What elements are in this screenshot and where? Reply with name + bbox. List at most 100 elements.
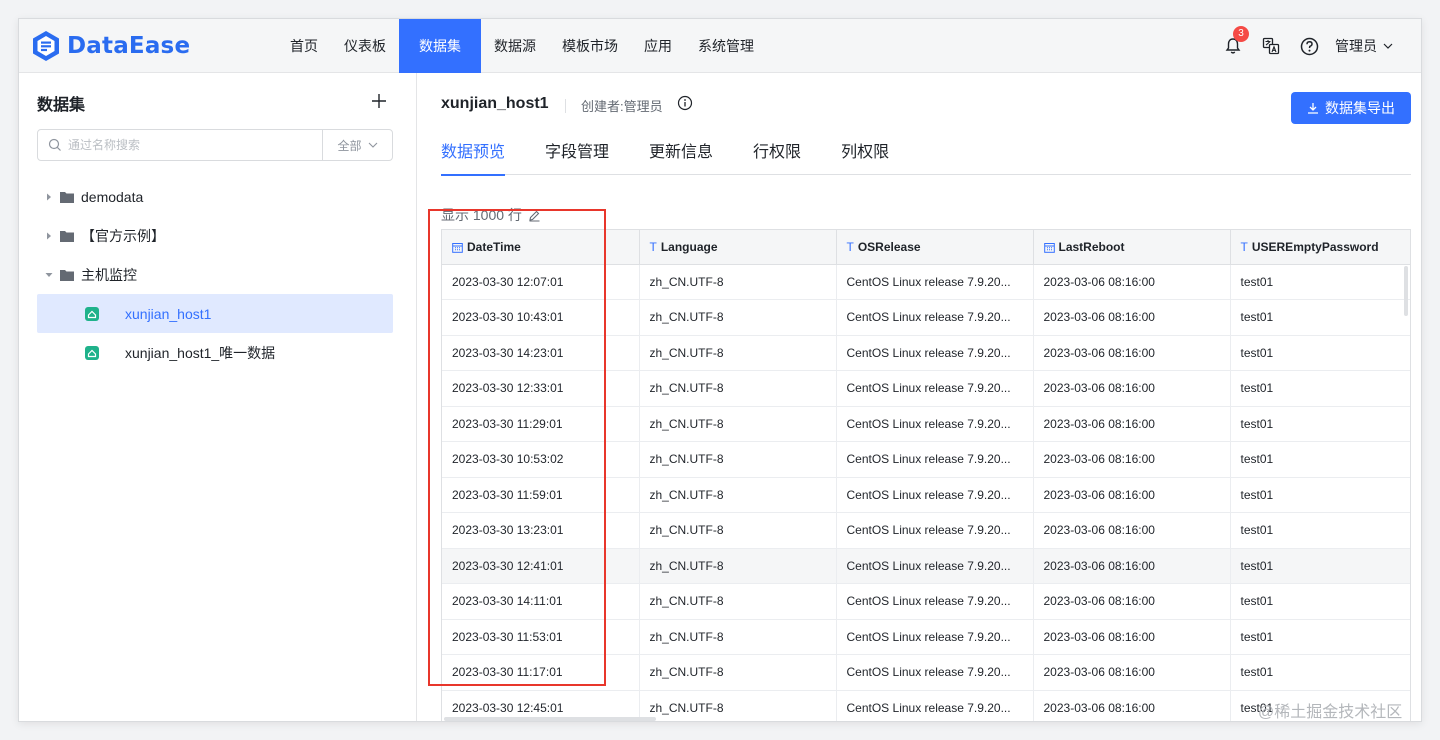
column-name: USEREmptyPassword <box>1251 239 1379 254</box>
export-button-label: 数据集导出 <box>1325 100 1395 116</box>
table-row[interactable]: 2023-03-30 14:23:01 zh_CN.UTF-8 CentOS Lin… <box>442 335 1410 371</box>
table-cell: CentOS Linux release 7.9.20... <box>836 370 1034 407</box>
table-row[interactable]: 2023-03-30 10:43:01 zh_CN.UTF-8 CentOS Lin… <box>442 299 1410 336</box>
table-cell: 2023-03-06 08:16:00 <box>1033 583 1231 620</box>
nav-item-home[interactable]: 首页 <box>277 19 331 73</box>
caret-right-icon[interactable] <box>43 230 55 242</box>
column-header[interactable]: T Language <box>639 230 837 265</box>
nav-item-dataset[interactable]: 数据集 <box>399 19 481 73</box>
tab-update-info[interactable]: 更新信息 <box>649 137 713 175</box>
table-cell: 2023-03-30 11:53:01 <box>442 619 640 655</box>
table-row[interactable]: 2023-03-30 11:29:01 zh_CN.UTF-8 CentOS Lin… <box>442 406 1410 442</box>
tab-data-preview[interactable]: 数据预览 <box>441 137 506 176</box>
info-button[interactable] <box>677 95 693 111</box>
table-cell: 2023-03-06 08:16:00 <box>1033 654 1231 691</box>
table-cell: 2023-03-30 11:17:01 <box>442 654 640 691</box>
tree-folder-demodata[interactable]: demodata <box>37 177 393 216</box>
dataset-tabs: 数据预览 字段管理 更新信息 行权限 列权限 <box>441 137 1411 176</box>
language-switch-button[interactable] <box>1261 36 1281 56</box>
tree-folder-host-monitoring[interactable]: 主机监控 <box>37 255 393 294</box>
nav-item-datasource[interactable]: 数据源 <box>481 19 549 73</box>
table-cell: 2023-03-06 08:16:00 <box>1033 690 1231 721</box>
vertical-scrollbar[interactable] <box>1404 266 1408 316</box>
nav-item-system-management[interactable]: 系统管理 <box>685 19 767 73</box>
column-name: Language <box>660 239 718 254</box>
tab-row-permission[interactable]: 行权限 <box>753 137 801 175</box>
text-type-icon: T <box>649 239 657 254</box>
table-cell: test01 <box>1230 264 1410 300</box>
table-row[interactable]: 2023-03-30 12:07:01 zh_CN.UTF-8 CentOS Lin… <box>442 264 1410 300</box>
column-header[interactable]: T USEREmptyPassword <box>1230 230 1410 265</box>
table-cell: CentOS Linux release 7.9.20... <box>836 477 1034 513</box>
table-cell: 2023-03-30 14:11:01 <box>442 583 640 620</box>
table-row[interactable]: 2023-03-30 12:41:01 zh_CN.UTF-8 CentOS Lin… <box>442 548 1410 584</box>
user-menu[interactable]: 管理员 <box>1335 36 1393 56</box>
dataset-detail: xunjian_host1 创建者:管理员 数据集导出 数据预览 字段管理 更新… <box>417 73 1421 721</box>
edit-icon[interactable] <box>528 209 541 222</box>
tab-field-management[interactable]: 字段管理 <box>545 137 609 175</box>
table-cell: zh_CN.UTF-8 <box>639 406 837 442</box>
table-cell: test01 <box>1230 654 1410 691</box>
horizontal-scrollbar[interactable] <box>444 717 656 721</box>
nav-item-template-market[interactable]: 模板市场 <box>549 19 631 73</box>
table-cell: zh_CN.UTF-8 <box>639 264 837 300</box>
table-cell: 2023-03-06 08:16:00 <box>1033 406 1231 442</box>
watermark: @稀土掘金技术社区 <box>1258 704 1403 721</box>
column-header[interactable]: LastReboot <box>1033 230 1231 265</box>
table-cell: 2023-03-30 12:33:01 <box>442 370 640 407</box>
table-cell: zh_CN.UTF-8 <box>639 299 837 336</box>
dataset-filter-select[interactable]: 全部 <box>322 130 392 160</box>
add-dataset-button[interactable] <box>369 91 389 111</box>
dataset-search-input[interactable] <box>68 131 322 159</box>
table-cell: zh_CN.UTF-8 <box>639 370 837 407</box>
header-actions: 3 管理员 <box>1205 19 1393 73</box>
dataset-creator: 创建者:管理员 <box>581 99 663 114</box>
chevron-down-icon <box>368 142 377 148</box>
preview-table: DateTime T Language T OSRelease LastRebo… <box>442 230 1410 721</box>
tree-dataset-xunjian-host1[interactable]: xunjian_host1 <box>37 294 393 333</box>
table-row[interactable]: 2023-03-30 11:59:01 zh_CN.UTF-8 CentOS Lin… <box>442 477 1410 513</box>
table-cell: 2023-03-30 11:59:01 <box>442 477 640 513</box>
column-header[interactable]: T OSRelease <box>836 230 1034 265</box>
dataset-sidebar: 数据集 全部 <box>19 73 417 721</box>
help-button[interactable] <box>1299 36 1319 56</box>
table-cell: test01 <box>1230 370 1410 407</box>
tree-dataset-xunjian-host1-unique[interactable]: xunjian_host1_唯一数据 <box>37 333 393 372</box>
dataease-logo-icon <box>33 31 59 61</box>
table-cell: CentOS Linux release 7.9.20... <box>836 654 1034 691</box>
table-row[interactable]: 2023-03-30 11:17:01 zh_CN.UTF-8 CentOS Lin… <box>442 654 1410 691</box>
notification-button[interactable]: 3 <box>1223 26 1249 56</box>
table-cell: CentOS Linux release 7.9.20... <box>836 690 1034 721</box>
caret-right-icon[interactable] <box>43 191 55 203</box>
table-cell: test01 <box>1230 583 1410 620</box>
caret-down-icon[interactable] <box>43 269 55 281</box>
table-row[interactable]: 2023-03-30 14:11:01 zh_CN.UTF-8 CentOS Lin… <box>442 583 1410 620</box>
data-preview-table: DateTime T Language T OSRelease LastRebo… <box>441 229 1411 721</box>
table-cell: CentOS Linux release 7.9.20... <box>836 548 1034 584</box>
table-row[interactable]: 2023-03-30 12:33:01 zh_CN.UTF-8 CentOS Lin… <box>442 370 1410 407</box>
logo-text: DataEase <box>67 33 191 59</box>
table-cell: CentOS Linux release 7.9.20... <box>836 583 1034 620</box>
text-type-icon: T <box>846 239 854 254</box>
nav-item-apps[interactable]: 应用 <box>631 19 685 73</box>
column-header[interactable]: DateTime <box>442 230 640 265</box>
table-cell: 2023-03-06 08:16:00 <box>1033 335 1231 371</box>
title-divider <box>565 99 566 113</box>
calendar-icon <box>1043 243 1055 253</box>
table-row[interactable]: 2023-03-30 13:23:01 zh_CN.UTF-8 CentOS Lin… <box>442 512 1410 549</box>
table-cell: 2023-03-06 08:16:00 <box>1033 619 1231 655</box>
table-cell: 2023-03-30 14:23:01 <box>442 335 640 371</box>
info-circle-icon <box>677 95 693 111</box>
export-dataset-button[interactable]: 数据集导出 <box>1291 92 1411 124</box>
folder-icon <box>60 191 74 203</box>
table-cell: test01 <box>1230 548 1410 584</box>
table-row[interactable]: 2023-03-30 10:53:02 zh_CN.UTF-8 CentOS Lin… <box>442 441 1410 478</box>
app-window: DataEase 首页 仪表板 数据集 数据源 模板市场 应用 系统管理 3 管… <box>18 18 1422 722</box>
table-cell: 2023-03-30 11:29:01 <box>442 406 640 442</box>
column-name: DateTime <box>467 239 521 254</box>
tab-column-permission[interactable]: 列权限 <box>841 137 889 175</box>
table-row[interactable]: 2023-03-30 11:53:01 zh_CN.UTF-8 CentOS Lin… <box>442 619 1410 655</box>
nav-item-dashboard[interactable]: 仪表板 <box>331 19 399 73</box>
tree-folder-official-examples[interactable]: 【官方示例】 <box>37 216 393 255</box>
logo[interactable]: DataEase <box>31 29 190 63</box>
